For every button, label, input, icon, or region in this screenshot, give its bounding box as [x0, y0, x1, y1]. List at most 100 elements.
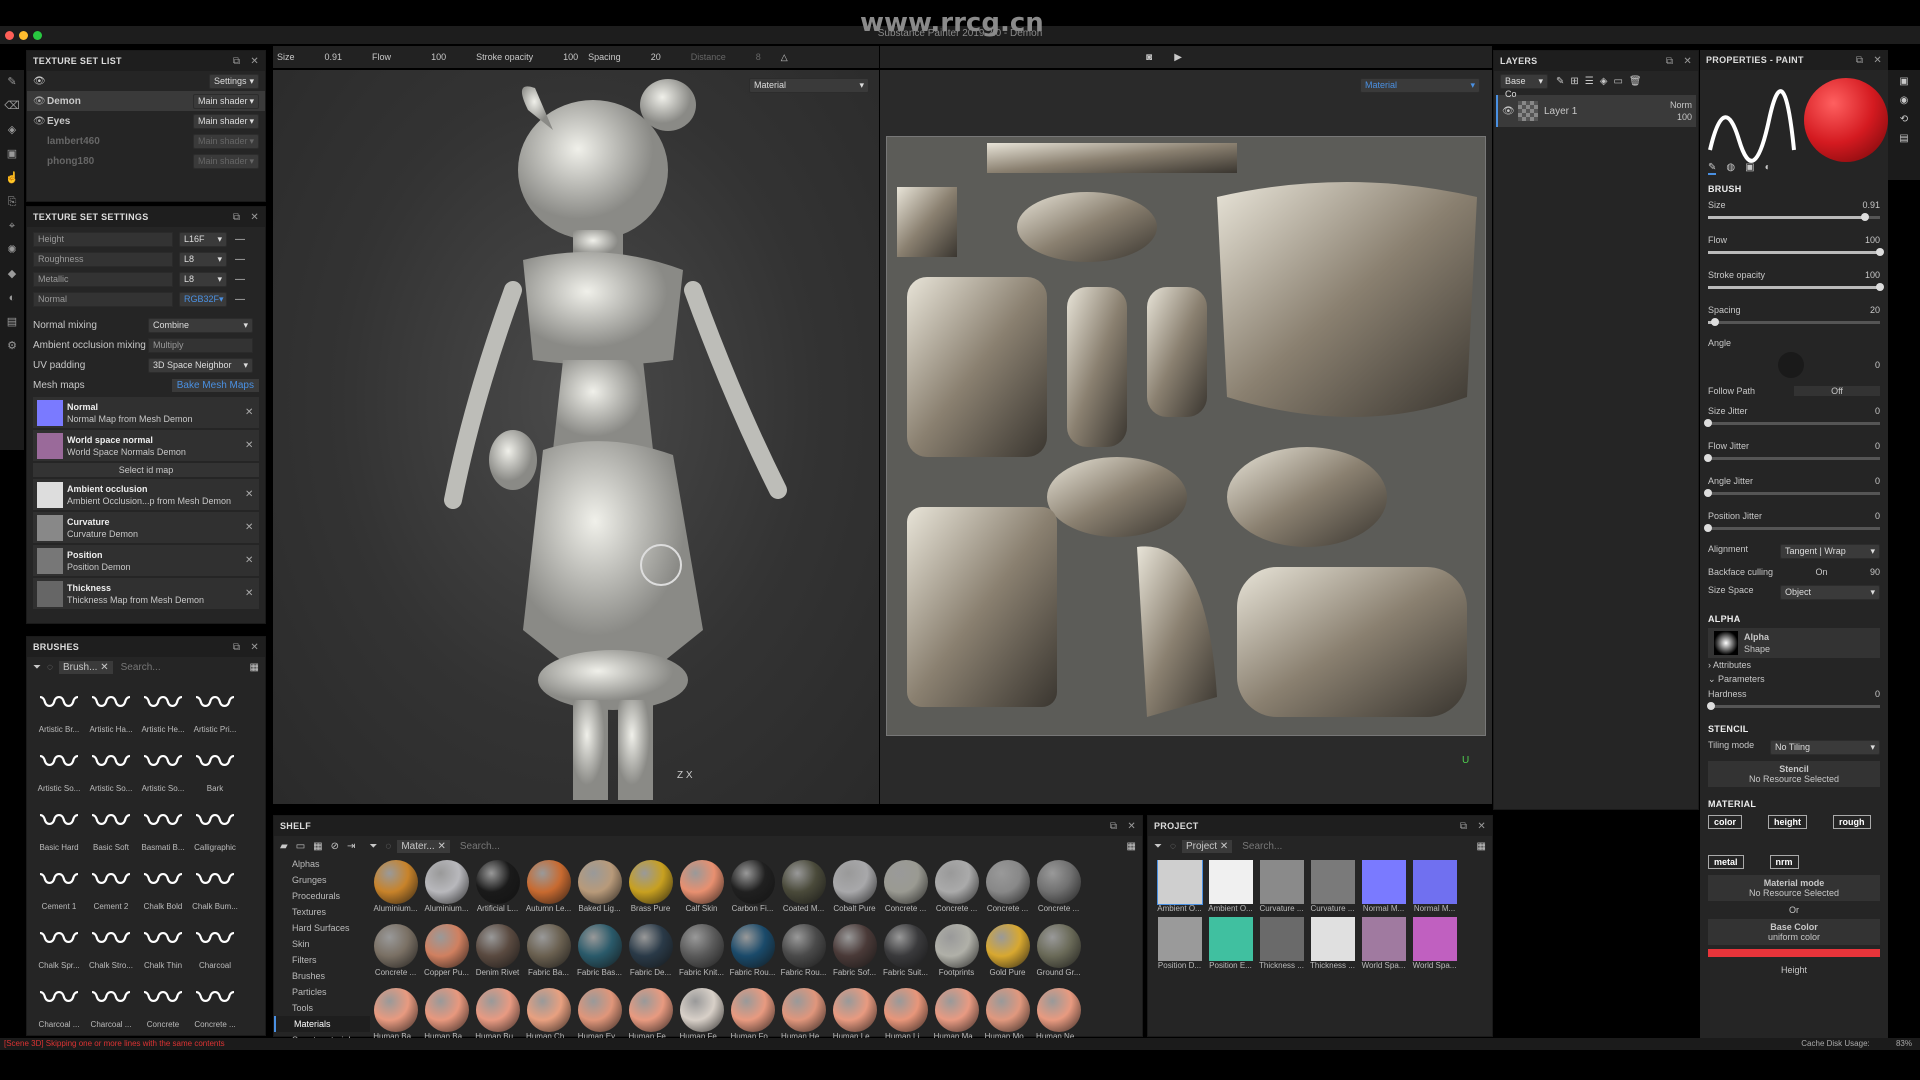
texture-set-item[interactable]: 👁 Eyes Main shader ▾ [27, 111, 265, 131]
shelf-category[interactable]: Filters [274, 952, 370, 968]
brush-item[interactable]: 〰 Artistic He... [137, 681, 189, 740]
material-channel-chip[interactable]: metal [1708, 855, 1744, 869]
channel-format-dropdown[interactable]: L8 ▾ [179, 271, 227, 287]
project-resource[interactable]: Curvature ... [1256, 860, 1307, 913]
close-icon[interactable]: ✕ [1127, 821, 1136, 832]
shelf-search-input[interactable]: Search... [460, 841, 500, 852]
material-tab-icon[interactable]: ◐ [1765, 162, 1771, 175]
material-item[interactable]: Aluminium... [370, 860, 421, 920]
grid-view-icon[interactable]: ▦ [250, 662, 259, 673]
follow-path-toggle[interactable]: Off [1794, 386, 1880, 396]
add-effect-icon[interactable]: ⊞ [1570, 76, 1578, 87]
material-item[interactable]: Concrete ... [982, 860, 1033, 920]
material-channel-chip[interactable]: color [1708, 815, 1743, 829]
close-icon[interactable]: ✕ [1873, 55, 1882, 66]
brush-search-input[interactable]: Search... [121, 662, 161, 673]
filter-icon[interactable]: ⏷ [369, 841, 377, 852]
angle-dial[interactable] [1778, 352, 1804, 378]
paint-brush-icon[interactable]: ✎ [0, 70, 24, 94]
material-item[interactable]: Fabric Ba... [523, 924, 574, 984]
add-mask-icon[interactable]: ✎ [1556, 76, 1564, 87]
mesh-map-item[interactable]: Ambient occlusion Ambient Occlusion...p f… [33, 479, 259, 510]
project-resource[interactable]: Thickness ... [1256, 917, 1307, 970]
remove-map-icon[interactable]: ✕ [245, 489, 259, 500]
brush-item[interactable]: 〰 Artistic So... [137, 740, 189, 799]
symmetry-icon[interactable]: △ [781, 52, 788, 63]
mesh-map-item[interactable]: Normal Normal Map from Mesh Demon ✕ [33, 397, 259, 428]
brush-item[interactable]: 〰 Charcoal ... [33, 976, 85, 1035]
stroke-opacity-slider[interactable]: Stroke opacity 100 [1700, 268, 1888, 291]
select-id-map-button[interactable]: Select id map [33, 463, 259, 477]
remove-map-icon[interactable]: ✕ [245, 522, 259, 533]
flow-value[interactable]: 100 [431, 52, 446, 62]
material-item[interactable]: Brass Pure [625, 860, 676, 920]
project-resource[interactable]: World Spa... [1358, 917, 1409, 970]
refresh-icon[interactable]: ◌ [1170, 841, 1176, 852]
close-window-button[interactable] [5, 31, 14, 40]
color-picker-icon[interactable]: ⌖ [0, 214, 24, 238]
angle-jitter-slider[interactable]: Angle Jitter 0 [1700, 474, 1888, 497]
bake-mesh-maps-button[interactable]: Bake Mesh Maps [171, 378, 259, 392]
shelf-category[interactable]: Hard Surfaces [274, 920, 370, 936]
brush-item[interactable]: 〰 Charcoal [189, 917, 241, 976]
base-color-resource[interactable]: Base Color uniform color [1708, 919, 1880, 945]
spacing-slider[interactable]: Spacing 20 [1700, 303, 1888, 326]
shelf-category[interactable]: Particles [274, 984, 370, 1000]
shelf-category[interactable]: Tools [274, 1000, 370, 1016]
close-icon[interactable]: ✕ [250, 56, 259, 67]
import-icon[interactable]: ⇥ [347, 841, 355, 852]
shader-dropdown[interactable]: Main shader ▾ [193, 153, 259, 169]
zoom-window-button[interactable] [33, 31, 42, 40]
material-item[interactable]: Aluminium... [421, 860, 472, 920]
alpha-tab-icon[interactable]: ◍ [1726, 162, 1735, 175]
brush-item[interactable]: 〰 Basic Soft [85, 799, 137, 858]
project-filter-tag[interactable]: Project ✕ [1181, 839, 1233, 853]
base-color-swatch[interactable] [1708, 949, 1880, 957]
brush-item[interactable]: 〰 Bark [189, 740, 241, 799]
tile-icon[interactable]: ▦ [313, 841, 322, 852]
bake-icon[interactable]: ✺ [0, 238, 24, 262]
brush-filter-tag[interactable]: Brush... ✕ [58, 660, 113, 674]
material-item[interactable]: Fabric Rou... [778, 924, 829, 984]
float-icon[interactable]: ⧉ [233, 642, 240, 653]
backface-culling-value[interactable]: 90 [1870, 567, 1880, 577]
shelf-filter-tag[interactable]: Mater... ✕ [397, 839, 450, 853]
material-item[interactable]: Footprints [931, 924, 982, 984]
project-resource[interactable]: Ambient O... [1154, 860, 1205, 913]
spacing-value[interactable]: 20 [651, 52, 661, 62]
brush-item[interactable]: 〰 Artistic Pri... [189, 681, 241, 740]
brush-item[interactable]: 〰 Cement 2 [85, 858, 137, 917]
close-icon[interactable]: ✕ [250, 212, 259, 223]
render-icon[interactable]: ◐ [0, 286, 24, 310]
material-item[interactable]: Concrete ... [880, 860, 931, 920]
layer-row[interactable]: 👁 Layer 1 Norm 100 [1496, 95, 1696, 127]
viewport-2d-mode-dropdown[interactable]: Material ▾ [1360, 78, 1480, 93]
add-fill-layer-icon[interactable]: ◈ [1600, 76, 1608, 87]
alpha-resource[interactable]: Alpha Shape [1708, 628, 1880, 658]
shader-dropdown[interactable]: Main shader ▾ [193, 133, 259, 149]
shelf-category[interactable]: Materials [274, 1016, 370, 1032]
project-resource[interactable]: Thickness ... [1307, 917, 1358, 970]
visibility-icon[interactable]: 👁 [33, 76, 46, 87]
properties-icon[interactable]: ▣ [1888, 76, 1920, 87]
material-mode-resource[interactable]: Material mode No Resource Selected [1708, 875, 1880, 901]
normal-mixing-dropdown[interactable]: Combine ▾ [148, 317, 253, 333]
flow-slider[interactable]: Flow 100 [1700, 233, 1888, 256]
material-item[interactable]: Cobalt Pure [829, 860, 880, 920]
grid-view-icon[interactable]: ▦ [1477, 841, 1486, 852]
texture-set-item[interactable]: phong180 Main shader ▾ [27, 151, 265, 171]
render-mode-icon[interactable]: ▶ [1174, 52, 1182, 63]
float-icon[interactable]: ⧉ [1460, 821, 1467, 832]
alignment-dropdown[interactable]: Tangent | Wrap ▾ [1780, 544, 1880, 559]
brush-item[interactable]: 〰 Chalk Spr... [33, 917, 85, 976]
angle-control[interactable]: Angle 0 [1700, 336, 1888, 380]
channel-format-dropdown[interactable]: RGB32F ▾ [179, 291, 227, 307]
polygon-fill-icon[interactable]: ◆ [0, 262, 24, 286]
material-item[interactable]: Calf Skin [676, 860, 727, 920]
brush-item[interactable]: 〰 Artistic Br... [33, 681, 85, 740]
brush-item[interactable]: 〰 Chalk Stro... [85, 917, 137, 976]
stencil-resource[interactable]: Stencil No Resource Selected [1708, 761, 1880, 787]
add-folder-icon[interactable]: ▭ [1613, 76, 1622, 87]
material-item[interactable]: Autumn Le... [523, 860, 574, 920]
new-folder-icon[interactable]: ▭ [296, 841, 305, 852]
